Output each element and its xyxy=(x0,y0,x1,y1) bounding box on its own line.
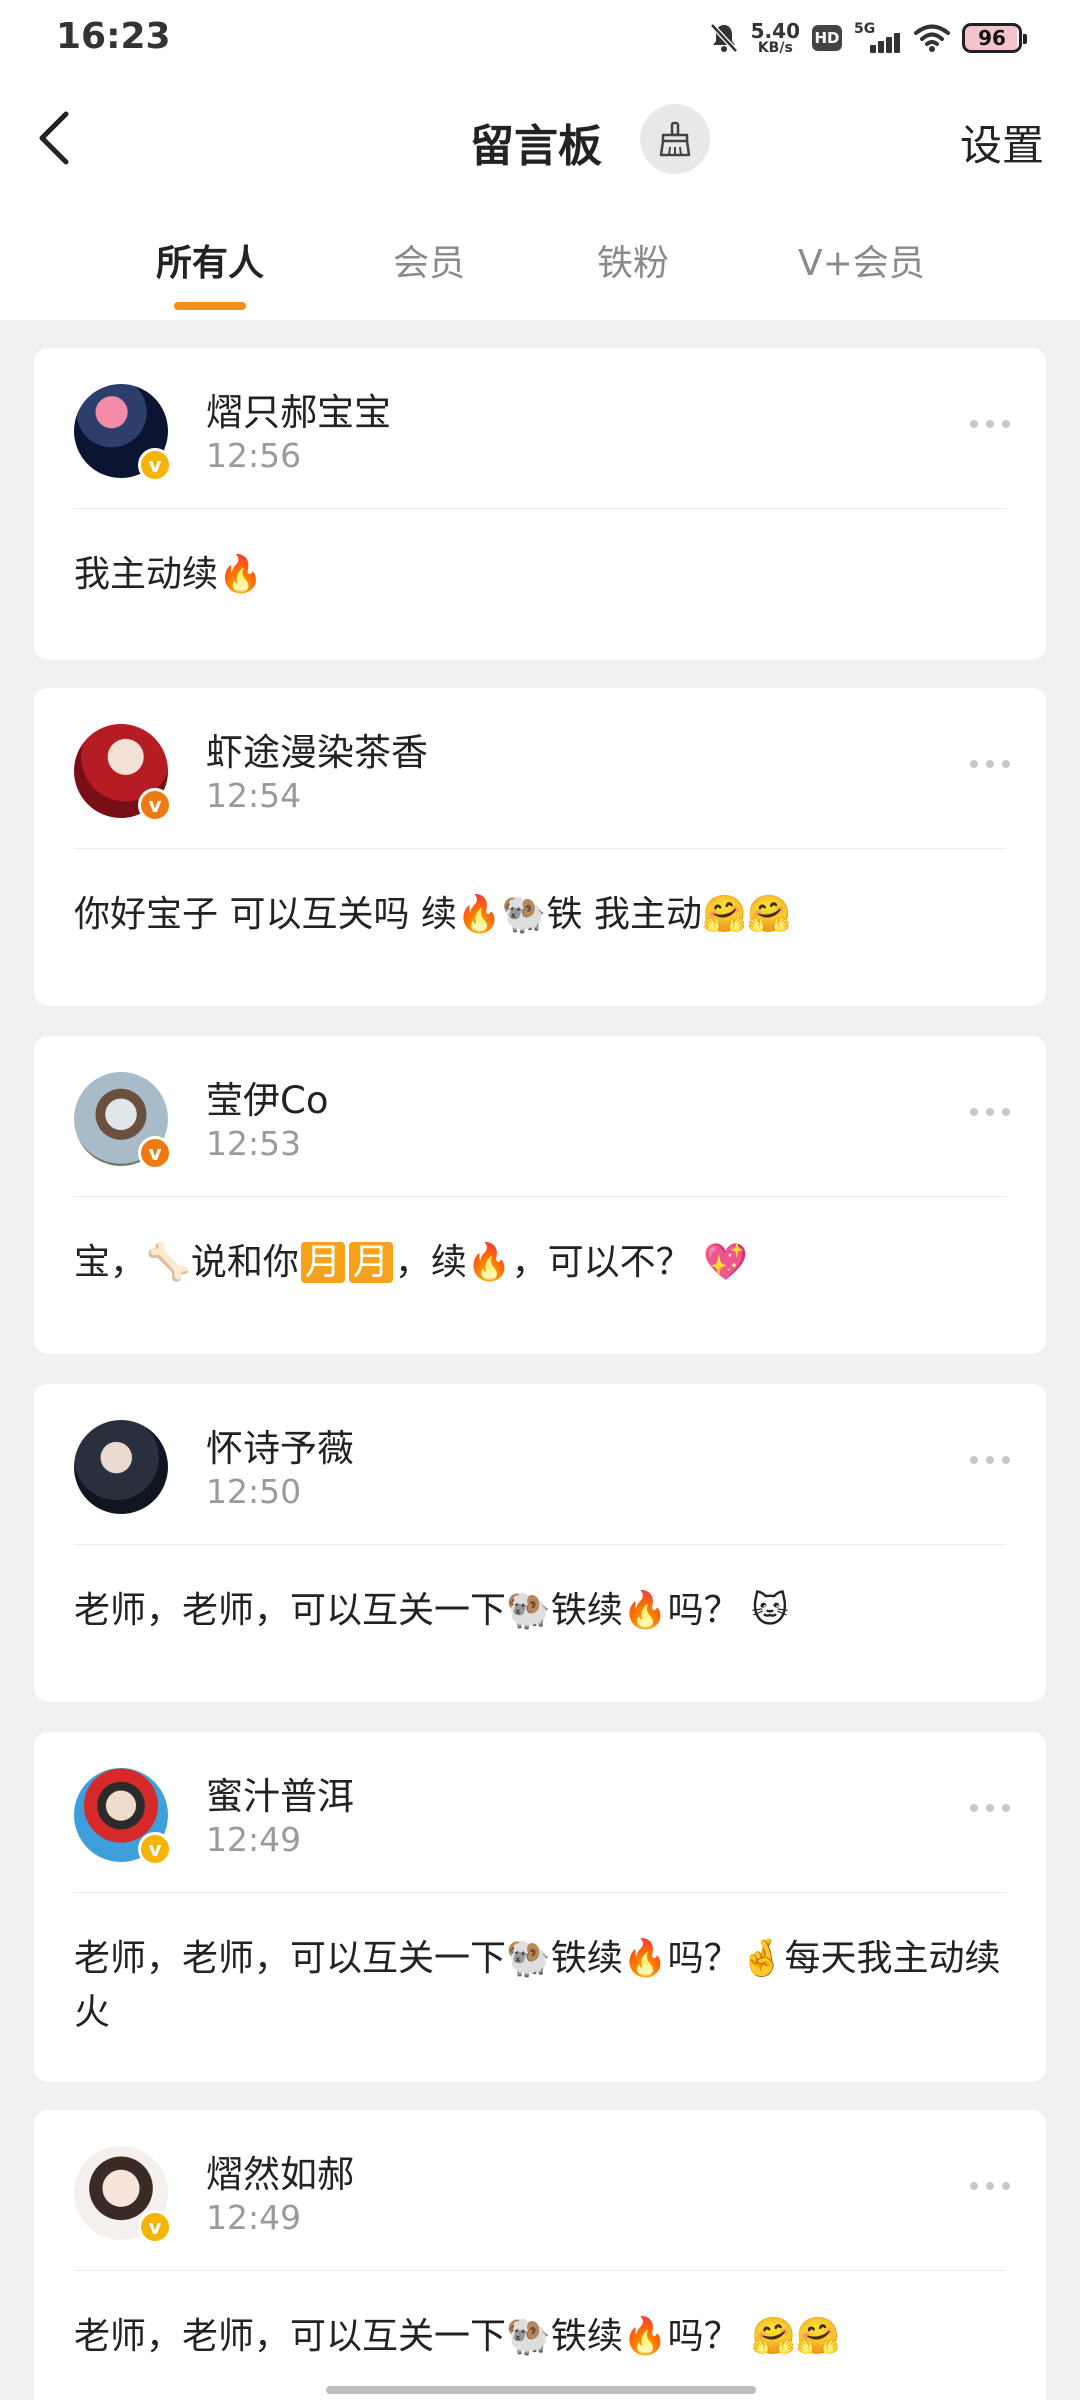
comment-time: 12:53 xyxy=(206,1124,302,1163)
comment-time: 12:54 xyxy=(206,776,302,815)
network-speed: 5.40 KB/s xyxy=(750,19,800,56)
more-options-button[interactable] xyxy=(970,1804,1010,1812)
highlight-tag: 月 xyxy=(300,1242,345,1283)
username[interactable]: 熠只郝宝宝 xyxy=(206,382,391,436)
message-board-screen: 16:23 5.40 KB/s HD 5G 96 留言板 设置 所有人 会员 铁… xyxy=(0,0,1080,2400)
page-title: 留言板 xyxy=(470,121,602,172)
comment-card: v 蜜汁普洱 12:49 老师，老师，可以互关一下🐏铁续🔥吗？🤞每天我主动续火 xyxy=(34,1732,1046,2082)
cellular-signal-icon: 5G xyxy=(854,21,902,55)
avatar[interactable]: v xyxy=(74,1072,172,1170)
verified-badge-icon: v xyxy=(138,1136,172,1170)
avatar[interactable] xyxy=(74,1420,168,1514)
clean-button[interactable] xyxy=(640,104,710,174)
comment-card: 怀诗予薇 12:50 老师，老师，可以互关一下🐏铁续🔥吗？ 🐱 xyxy=(34,1384,1046,1702)
avatar[interactable]: v xyxy=(74,384,172,482)
username[interactable]: 熠然如郝 xyxy=(206,2144,354,2198)
back-arrow-icon xyxy=(39,111,69,165)
divider xyxy=(74,1544,1006,1545)
more-options-button[interactable] xyxy=(970,1456,1010,1464)
settings-button[interactable]: 设置 xyxy=(960,112,1044,173)
divider xyxy=(74,848,1006,849)
status-icons: 5.40 KB/s HD 5G 96 xyxy=(709,18,1027,58)
wifi-icon xyxy=(914,24,950,52)
highlight-tag: 月 xyxy=(348,1242,393,1283)
divider xyxy=(74,1892,1006,1893)
username[interactable]: 虾途漫染茶香 xyxy=(206,722,428,776)
active-tab-indicator xyxy=(174,302,246,310)
more-options-button[interactable] xyxy=(970,2182,1010,2190)
comment-card: v 熠然如郝 12:49 老师，老师，可以互关一下🐏铁续🔥吗？ 🤗🤗 xyxy=(34,2110,1046,2400)
tab-everyone[interactable]: 所有人 xyxy=(156,234,264,286)
back-button[interactable] xyxy=(30,106,90,170)
tab-members[interactable]: 会员 xyxy=(393,234,465,286)
verified-badge-icon: v xyxy=(138,788,172,822)
top-nav-bar: 留言板 设置 xyxy=(0,78,1080,201)
comment-text: 老师，老师，可以互关一下🐏铁续🔥吗？ 🤗🤗 xyxy=(74,2316,841,2357)
mute-bell-icon xyxy=(709,23,738,53)
verified-badge-icon: v xyxy=(138,1832,172,1866)
more-options-button[interactable] xyxy=(970,1108,1010,1116)
avatar[interactable]: v xyxy=(74,2146,172,2244)
broom-icon xyxy=(659,121,691,157)
divider xyxy=(74,2270,1006,2271)
username[interactable]: 蜜汁普洱 xyxy=(206,1766,354,1820)
avatar[interactable]: v xyxy=(74,1768,172,1866)
divider xyxy=(74,1196,1006,1197)
comment-text: 你好宝子 可以互关吗 续🔥🐏铁 我主动🤗🤗 xyxy=(74,894,792,935)
tab-vplus-members[interactable]: V+会员 xyxy=(798,234,925,286)
username[interactable]: 怀诗予薇 xyxy=(206,1418,354,1472)
comment-time: 12:50 xyxy=(206,1472,302,1511)
divider xyxy=(74,508,1006,509)
filter-tabs: 所有人 会员 铁粉 V+会员 xyxy=(0,200,1080,320)
comment-card: v 熠只郝宝宝 12:56 我主动续🔥 xyxy=(34,348,1046,660)
comment-text-part: ，续🔥，可以不？ 💖 xyxy=(394,1242,748,1283)
comment-time: 12:56 xyxy=(206,436,302,475)
hd-icon: HD xyxy=(812,25,842,51)
verified-badge-icon: v xyxy=(138,448,172,482)
comment-text: 老师，老师，可以互关一下🐏铁续🔥吗？ 🐱 xyxy=(74,1590,789,1631)
battery-indicator: 96 xyxy=(962,23,1027,53)
comment-card: v 莹伊Co 12:53 宝，🦴说和你月月，续🔥，可以不？ 💖 xyxy=(34,1036,1046,1354)
comment-text: 我主动续🔥 xyxy=(74,554,263,595)
status-time: 16:23 xyxy=(56,16,171,57)
comment-time: 12:49 xyxy=(206,2198,302,2237)
more-options-button[interactable] xyxy=(970,420,1010,428)
more-options-button[interactable] xyxy=(970,760,1010,768)
username[interactable]: 莹伊Co xyxy=(206,1070,328,1124)
verified-badge-icon: v xyxy=(138,2210,172,2244)
comment-text: 宝，🦴说和你月月，续🔥，可以不？ 💖 xyxy=(74,1236,1006,1290)
status-bar: 16:23 5.40 KB/s HD 5G 96 xyxy=(0,0,1080,78)
comment-card: v 虾途漫染茶香 12:54 你好宝子 可以互关吗 续🔥🐏铁 我主动🤗🤗 xyxy=(34,688,1046,1006)
comment-text-part: 宝，🦴说和你 xyxy=(74,1242,299,1283)
tab-iron-fans[interactable]: 铁粉 xyxy=(597,234,669,286)
avatar[interactable]: v xyxy=(74,724,172,822)
comment-text: 老师，老师，可以互关一下🐏铁续🔥吗？🤞每天我主动续火 xyxy=(74,1938,1001,2033)
comment-time: 12:49 xyxy=(206,1820,302,1859)
home-indicator[interactable] xyxy=(326,2386,756,2394)
